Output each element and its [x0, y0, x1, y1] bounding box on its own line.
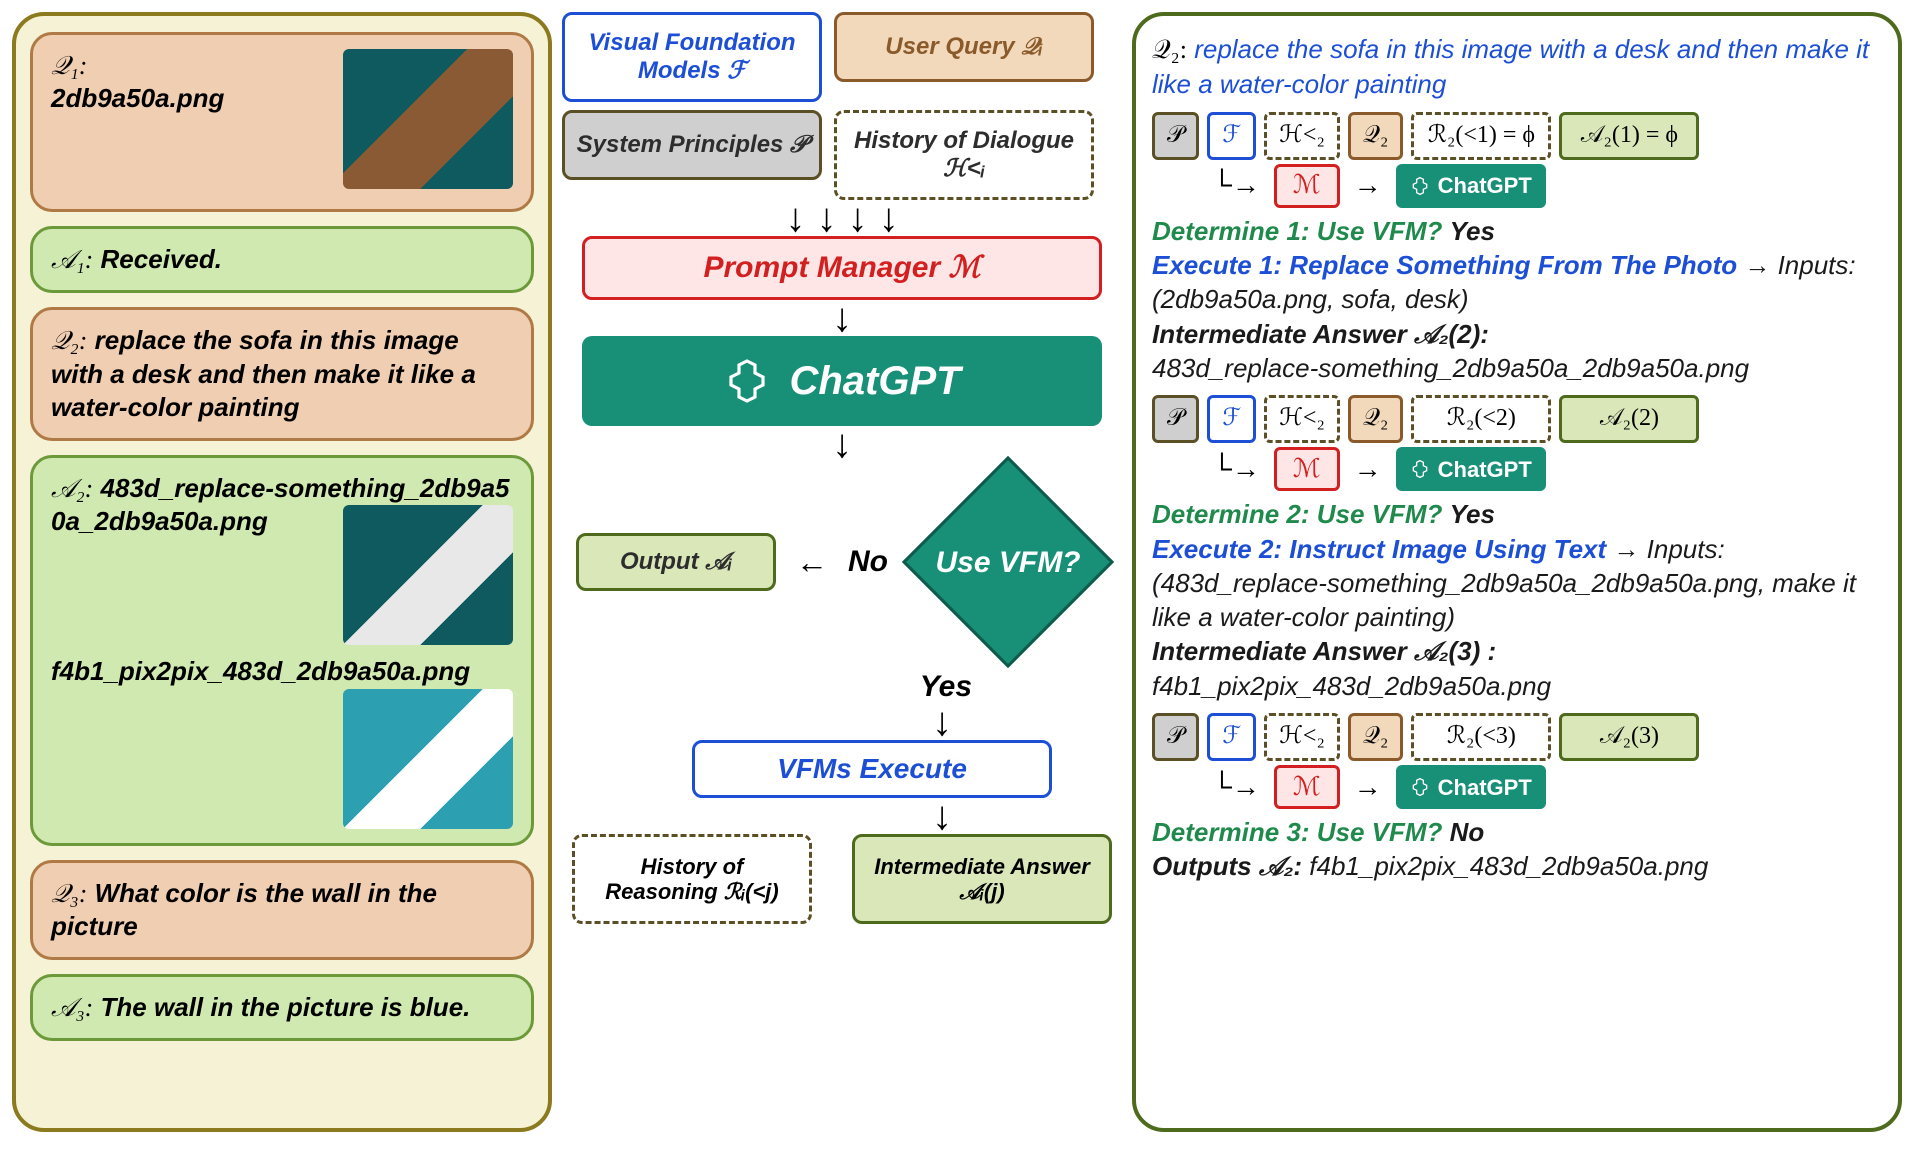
prompt-manager-box: Prompt Manager ℳ	[582, 236, 1102, 300]
tok-m: ℳ	[1274, 164, 1340, 208]
history-dialogue-box: History of Dialogue ℋ<ᵢ	[834, 110, 1094, 200]
q3-label: 𝒬₃:	[51, 879, 87, 908]
connector-icon: └→	[1212, 769, 1260, 806]
tok-r3: ℛ₂(<3)	[1411, 713, 1551, 761]
r-chatgpt-3: ChatGPT	[1396, 765, 1546, 809]
vfm-execute-box: VFMs Execute	[692, 740, 1052, 798]
arrow-right-icon: →	[1354, 167, 1382, 204]
tok-a3: 𝒜₂(3)	[1559, 713, 1699, 761]
walkthrough-panel: 𝒬₂: replace the sofa in this image with …	[1132, 12, 1902, 1132]
arrow-icon: ↓ ↓ ↓ ↓	[785, 208, 898, 228]
tok-p: 𝒫	[1152, 112, 1199, 160]
connector-icon: └→	[1212, 167, 1260, 204]
arrow-icon: ↓	[932, 712, 952, 732]
tok-r1: ℛ₂(<1) = ϕ	[1411, 112, 1551, 160]
q2-text: replace the sofa in this image with a de…	[51, 325, 476, 422]
q1-filename: 2db9a50a.png	[51, 83, 224, 113]
a1-bubble: 𝒜₁: Received.	[30, 226, 534, 293]
tok-q: 𝒬₂	[1348, 112, 1404, 160]
intermediate-2-lbl: Intermediate Answer 𝒜₂(2):	[1152, 317, 1882, 351]
openai-logo-icon	[1410, 176, 1430, 196]
intermediate-2-val: 483d_replace-something_2db9a50a_2db9a50a…	[1152, 351, 1882, 385]
arrow-icon: ↓	[832, 434, 852, 454]
outputs-line: Outputs 𝒜₂: f4b1_pix2pix_483d_2db9a50a.p…	[1152, 849, 1882, 883]
q3-text: What color is the wall in the picture	[51, 878, 437, 941]
output-a-box: Output 𝒜ᵢ	[576, 533, 776, 591]
openai-logo-icon	[1410, 459, 1430, 479]
history-reasoning-box: History of Reasoning ℛᵢ(<j)	[572, 834, 812, 924]
a2-image-painting	[343, 689, 513, 829]
arrow-icon: ↓	[932, 806, 952, 826]
walkthrough-column: 𝒬₂: replace the sofa in this image with …	[1132, 12, 1902, 1140]
bottom-outputs-row: History of Reasoning ℛᵢ(<j) Intermediate…	[572, 834, 1112, 924]
arrow-right-icon: →	[1354, 451, 1382, 488]
q1-label: 𝒬₁:	[51, 51, 87, 80]
flowchart-column: Visual Foundation Models ℱ User Query 𝒬ᵢ…	[562, 12, 1122, 1140]
tok-h: ℋ<₂	[1264, 112, 1340, 160]
arrow-icon: ↓	[832, 308, 852, 328]
inputs-row-bottom: System Principles 𝒫 History of Dialogue …	[562, 110, 1122, 200]
openai-logo-icon	[723, 357, 771, 405]
arrow-left-icon: ←	[796, 544, 828, 581]
execute-1: Execute 1: Replace Something From The Ph…	[1152, 248, 1882, 317]
intermediate-3-val: f4b1_pix2pix_483d_2db9a50a.png	[1152, 669, 1882, 703]
a2-image-desk	[343, 505, 513, 645]
flowline-2: └→ ℳ → ChatGPT	[1152, 447, 1882, 491]
q1-image-sofa	[343, 49, 513, 189]
r-q2-text: replace the sofa in this image with a de…	[1152, 34, 1869, 99]
a3-label: 𝒜₃:	[51, 993, 93, 1022]
dialogue-panel: 𝒬₁: 2db9a50a.png 𝒜₁: Received. 𝒬₂: repla…	[12, 12, 552, 1132]
connector-icon: └→	[1212, 451, 1260, 488]
yes-label: Yes	[920, 670, 972, 704]
system-principles-box: System Principles 𝒫	[562, 110, 822, 180]
dialogue-column: 𝒬₁: 2db9a50a.png 𝒜₁: Received. 𝒬₂: repla…	[12, 12, 552, 1140]
flowline-3: └→ ℳ → ChatGPT	[1152, 765, 1882, 809]
arrow-right-icon: →	[1354, 769, 1382, 806]
intermediate-answer-box: Intermediate Answer 𝒜ᵢ(j)	[852, 834, 1112, 924]
state-row-3: 𝒫 ℱ ℋ<₂ 𝒬₂ ℛ₂(<3) 𝒜₂(3)	[1152, 713, 1882, 761]
a1-label: 𝒜₁:	[51, 245, 93, 274]
decision-diamond: Use VFM?	[908, 462, 1108, 662]
r-chatgpt-2: ChatGPT	[1396, 447, 1546, 491]
tok-f: ℱ	[1207, 112, 1256, 160]
tok-r2: ℛ₂(<2)	[1411, 395, 1551, 443]
vfm-models-box: Visual Foundation Models ℱ	[562, 12, 822, 102]
q2-label: 𝒬₂:	[51, 326, 87, 355]
decision-row: Output 𝒜ᵢ ← No Use VFM?	[576, 462, 1108, 662]
a3-text: The wall in the picture is blue.	[101, 992, 471, 1022]
a2-file2: f4b1_pix2pix_483d_2db9a50a.png	[51, 656, 470, 686]
r-q2: 𝒬₂: replace the sofa in this image with …	[1152, 32, 1882, 102]
tok-a1: 𝒜₂(1) = ϕ	[1559, 112, 1699, 160]
determine-3: Determine 3: Use VFM? No	[1152, 815, 1882, 849]
a3-bubble: 𝒜₃: The wall in the picture is blue.	[30, 974, 534, 1041]
openai-logo-icon	[1410, 777, 1430, 797]
q3-bubble: 𝒬₃: What color is the wall in the pictur…	[30, 860, 534, 961]
state-row-1: 𝒫 ℱ ℋ<₂ 𝒬₂ ℛ₂(<1) = ϕ 𝒜₂(1) = ϕ	[1152, 112, 1882, 160]
a1-text: Received.	[101, 244, 222, 274]
a2-bubble: 𝒜₂: 483d_replace-something_2db9a50a_2db9…	[30, 455, 534, 846]
no-label: No	[848, 545, 888, 579]
q1-bubble: 𝒬₁: 2db9a50a.png	[30, 32, 534, 212]
chatgpt-label: ChatGPT	[789, 358, 960, 404]
inputs-row-top: Visual Foundation Models ℱ User Query 𝒬ᵢ	[562, 12, 1122, 102]
q2-bubble: 𝒬₂: replace the sofa in this image with …	[30, 307, 534, 441]
determine-2: Determine 2: Use VFM? Yes	[1152, 497, 1882, 531]
state-row-2: 𝒫 ℱ ℋ<₂ 𝒬₂ ℛ₂(<2) 𝒜₂(2)	[1152, 395, 1882, 443]
flowline-1: └→ ℳ → ChatGPT	[1152, 164, 1882, 208]
a2-label: 𝒜₂:	[51, 474, 93, 503]
determine-1: Determine 1: Use VFM? Yes	[1152, 214, 1882, 248]
decision-text: Use VFM?	[908, 462, 1108, 662]
chatgpt-box: ChatGPT	[582, 336, 1102, 426]
execute-2: Execute 2: Instruct Image Using Text → I…	[1152, 532, 1882, 635]
user-query-box: User Query 𝒬ᵢ	[834, 12, 1094, 82]
intermediate-3-lbl: Intermediate Answer 𝒜₂(3) :	[1152, 634, 1882, 668]
tok-a2: 𝒜₂(2)	[1559, 395, 1699, 443]
r-chatgpt-1: ChatGPT	[1396, 164, 1546, 208]
